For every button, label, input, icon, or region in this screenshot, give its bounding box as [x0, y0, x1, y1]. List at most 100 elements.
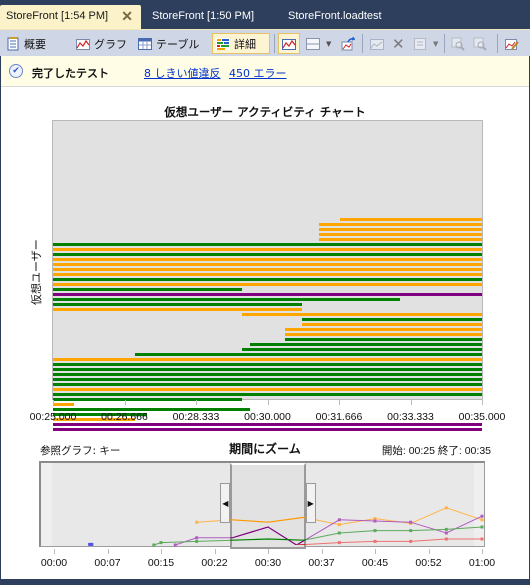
user-activity-bar[interactable] [53, 293, 482, 296]
user-activity-bar[interactable] [301, 318, 482, 321]
graph-view-button[interactable] [278, 33, 300, 54]
graph-view-icon [282, 37, 296, 51]
user-activity-bar[interactable] [53, 288, 242, 291]
user-activity-bar[interactable] [53, 278, 482, 281]
overview-tick [375, 549, 376, 554]
add-graph-button[interactable] [367, 33, 387, 54]
user-activity-bar[interactable] [53, 423, 482, 426]
arrow-right-icon: ▶ [307, 498, 314, 508]
close-icon[interactable]: ✕ [121, 8, 133, 25]
user-activity-bar[interactable] [318, 228, 482, 231]
x-tick [482, 400, 483, 405]
check-circle-icon: ✔ [9, 64, 23, 78]
user-activity-bar[interactable] [53, 388, 482, 391]
table-button[interactable]: テーブル [135, 33, 202, 54]
details-button[interactable]: 詳細 [212, 33, 270, 54]
virtual-user-activity-chart[interactable] [52, 120, 483, 431]
overview-tick-label: 00:45 [361, 557, 389, 569]
tab-storefront-154[interactable]: StoreFront [1:54 PM] ✕ [0, 5, 141, 29]
overview-tick [214, 549, 216, 554]
user-activity-bar[interactable] [53, 383, 482, 386]
x-tick-label: 00:28.333 [172, 411, 220, 423]
properties-dropdown[interactable]: ▼ [430, 33, 441, 54]
selection-highlight [230, 516, 306, 545]
load-test-window: StoreFront [1:54 PM] ✕ StoreFront [1:50 … [0, 0, 530, 585]
user-activity-bar[interactable] [53, 378, 482, 381]
user-activity-bar[interactable] [53, 373, 482, 376]
zoom-out-button[interactable] [470, 33, 490, 54]
user-activity-bar[interactable] [53, 403, 75, 406]
zoom-overview-chart[interactable]: ◀ ▶ [39, 461, 485, 549]
tab-storefront-loadtest[interactable]: StoreFront.loadtest [282, 5, 390, 29]
zoom-right-handle[interactable]: ▶ [305, 483, 316, 523]
layout-button[interactable] [303, 33, 323, 54]
user-activity-bar[interactable] [318, 238, 482, 241]
overview-tick [161, 549, 162, 554]
document-tab-bar: StoreFront [1:54 PM] ✕ StoreFront [1:50 … [0, 0, 530, 29]
user-activity-bar[interactable] [53, 358, 482, 361]
user-activity-bar[interactable] [250, 343, 482, 346]
user-activity-bar[interactable] [53, 408, 251, 411]
summary-label: 概要 [24, 37, 46, 51]
user-activity-bar[interactable] [318, 233, 482, 236]
user-activity-bar[interactable] [53, 283, 482, 286]
user-activity-bar[interactable] [53, 258, 482, 261]
x-tick-label: 00:33.333 [387, 411, 434, 423]
user-activity-bar[interactable] [53, 303, 302, 306]
x-tick [339, 400, 340, 405]
arrow-left-icon: ◀ [222, 498, 229, 508]
properties-icon [413, 37, 427, 51]
zoom-left-handle[interactable]: ◀ [220, 483, 231, 523]
user-activity-bar[interactable] [53, 268, 482, 271]
user-activity-bar[interactable] [53, 308, 302, 311]
user-activity-bar[interactable] [134, 353, 482, 356]
zoom-in-button[interactable] [448, 33, 468, 54]
user-activity-bar[interactable] [53, 363, 482, 366]
user-activity-bar[interactable] [53, 243, 482, 246]
summary-button[interactable]: 概要 [3, 33, 49, 54]
user-activity-bar[interactable] [301, 323, 482, 326]
x-tick-label: 00:25.000 [29, 411, 77, 423]
threshold-violations-link[interactable]: 8 しきい値違反 [144, 65, 221, 81]
user-activity-bar[interactable] [284, 338, 482, 341]
graph-button[interactable]: グラフ [73, 33, 130, 54]
edit-graph-button[interactable] [502, 33, 522, 54]
edit-graph-icon [505, 37, 519, 51]
layout-icon [306, 37, 320, 51]
export-icon [341, 36, 356, 51]
user-activity-bar[interactable] [53, 398, 242, 401]
overview-tick-label: 00:30 [254, 557, 282, 569]
user-activity-bar[interactable] [284, 328, 482, 331]
overview-tick [268, 549, 269, 554]
user-activity-bar[interactable] [318, 223, 482, 226]
user-activity-bar[interactable] [241, 313, 482, 316]
overview-tick-label: 00:52 [415, 557, 442, 569]
user-activity-bar[interactable] [53, 253, 482, 256]
properties-button[interactable] [410, 33, 430, 54]
zoom-out-icon [473, 37, 487, 51]
user-activity-bar[interactable] [53, 298, 401, 301]
graph-label: グラフ [94, 37, 127, 51]
errors-link[interactable]: 450 エラー [229, 65, 287, 81]
user-activity-bar[interactable] [53, 428, 482, 431]
layout-dropdown[interactable]: ▼ [323, 33, 334, 54]
add-graph-icon [370, 37, 384, 51]
user-activity-bar[interactable] [284, 333, 482, 336]
tab-storefront-150[interactable]: StoreFront [1:50 PM] [146, 5, 262, 29]
dropdown-icon: ▼ [433, 39, 439, 48]
overview-tick-label: 00:15 [147, 557, 175, 569]
user-activity-bar[interactable] [53, 393, 482, 396]
user-activity-bar[interactable] [53, 368, 482, 371]
user-activity-bar[interactable] [53, 248, 482, 251]
delete-icon: ✕ [392, 34, 405, 53]
details-icon [216, 37, 230, 51]
user-activity-bar[interactable] [340, 218, 482, 221]
toolbar: 概要 グラフ テーブル 詳細 ▼ ✕ ▼ [0, 29, 530, 56]
user-activity-bar[interactable] [53, 263, 482, 266]
overview-tick-label: 00:37 [308, 557, 335, 569]
delete-button[interactable]: ✕ [389, 33, 408, 54]
user-activity-bar[interactable] [241, 348, 482, 351]
export-button[interactable] [338, 33, 358, 54]
overview-tick [107, 549, 109, 554]
user-activity-bar[interactable] [53, 273, 482, 276]
